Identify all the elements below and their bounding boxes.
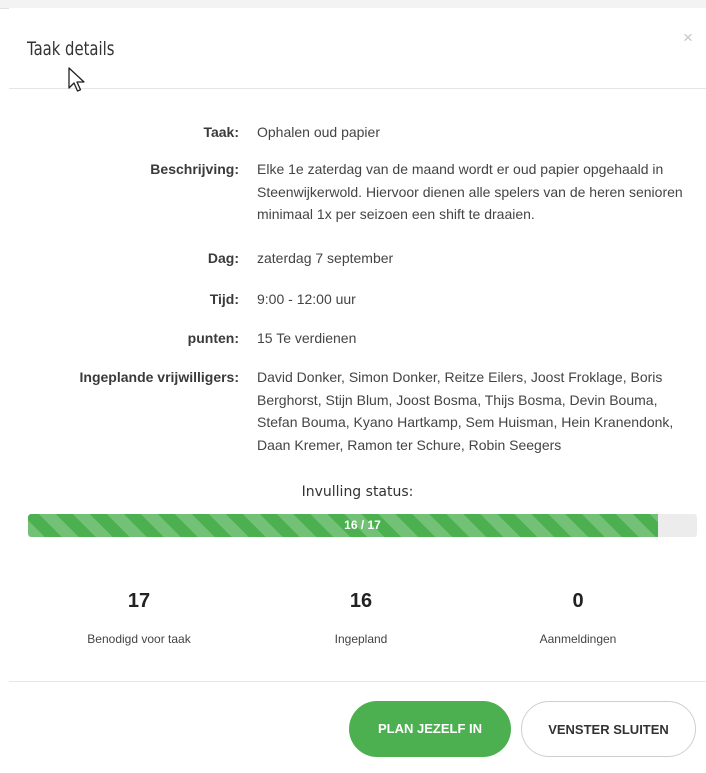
status-title: Invulling status: <box>301 484 414 500</box>
stat-planned-value: 16 <box>349 590 373 612</box>
task-details-modal: Taak details × Taak: Ophalen oud papier … <box>9 8 706 772</box>
beschrijving-value: Elke 1e zaterdag van de maand wordt er o… <box>257 161 683 222</box>
stat-applications-value: 0 <box>572 590 584 612</box>
modal-title: Taak details <box>27 38 115 60</box>
stat-planned: 16 Ingepland <box>271 588 451 646</box>
dag-label: Dag: <box>207 250 239 266</box>
close-window-button[interactable]: VENSTER SLUITEN <box>521 701 696 757</box>
vrijwilligers-value: David Donker, Simon Donker, Reitze Eiler… <box>257 369 674 453</box>
punten-label: punten: <box>187 330 239 346</box>
stat-required: 17 Benodigd voor taak <box>49 588 229 646</box>
punten-value: 15 Te verdienen <box>257 330 357 346</box>
stat-required-label: Benodigd voor taak <box>87 632 191 646</box>
taak-label: Taak: <box>203 124 239 140</box>
beschrijving-label: Beschrijving: <box>150 161 239 177</box>
stats-row: 17 Benodigd voor taak 16 Ingepland 0 Aan… <box>9 588 706 658</box>
stat-planned-label: Ingepland <box>334 632 388 646</box>
stat-applications-label: Aanmeldingen <box>539 632 617 646</box>
modal-header: Taak details × <box>9 8 706 89</box>
stat-applications: 0 Aanmeldingen <box>488 588 668 646</box>
tijd-label: Tijd: <box>209 291 239 307</box>
taak-value: Ophalen oud papier <box>257 124 380 140</box>
modal-footer: PLAN JEZELF IN VENSTER SLUITEN <box>9 681 706 773</box>
mouse-cursor-icon <box>68 67 85 92</box>
plan-yourself-button[interactable]: PLAN JEZELF IN <box>349 701 511 757</box>
progress-text: 16 / 17 <box>344 518 381 532</box>
stat-required-value: 17 <box>127 590 151 612</box>
tijd-value: 9:00 - 12:00 uur <box>257 291 356 307</box>
dag-value: zaterdag 7 september <box>257 250 394 266</box>
close-icon[interactable]: × <box>678 28 698 48</box>
vrijwilligers-label: Ingeplande vrijwilligers: <box>79 369 239 385</box>
progress-bar: 16 / 17 <box>28 514 697 537</box>
